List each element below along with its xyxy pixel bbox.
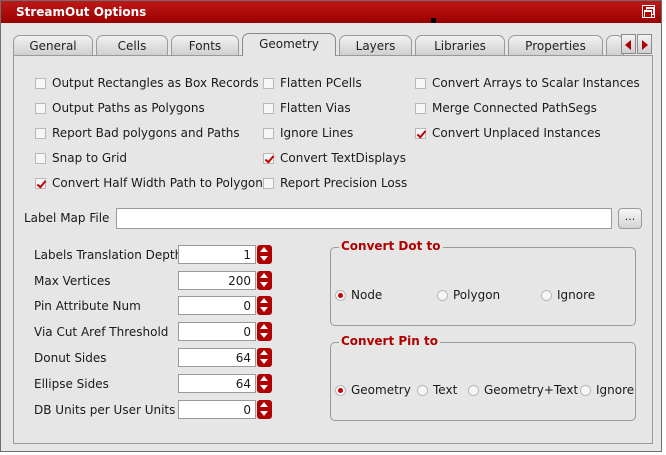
checkbox-box[interactable] — [35, 103, 46, 114]
pin-attribute-num-label: Pin Attribute Num — [34, 299, 141, 313]
radio-button[interactable] — [468, 385, 479, 396]
tab-bar: General Cells Fonts Geometry Layers Libr… — [13, 33, 653, 56]
checkbox-label: Ignore Lines — [280, 126, 354, 140]
radio-label: Geometry — [351, 383, 411, 397]
checkbox-box[interactable] — [35, 153, 46, 164]
donut-sides-label: Donut Sides — [34, 351, 107, 365]
radio-button[interactable] — [580, 385, 591, 396]
radio-button[interactable] — [437, 290, 448, 301]
donut-sides-spinbox[interactable]: 64 — [178, 348, 273, 367]
spinbox-value[interactable]: 200 — [178, 271, 256, 290]
via-cut-aref-threshold-label: Via Cut Aref Threshold — [34, 325, 169, 339]
tab-fonts[interactable]: Fonts — [171, 35, 239, 55]
max-vertices-spinbox[interactable]: 200 — [178, 271, 273, 290]
spinbox-value[interactable]: 64 — [178, 348, 256, 367]
checkbox-label: Convert Unplaced Instances — [432, 126, 601, 140]
db-units-per-user-units-spinbox[interactable]: 0 — [178, 400, 273, 419]
checkbox-label: Convert TextDisplays — [280, 151, 407, 165]
spinbox-value[interactable]: 0 — [178, 400, 256, 419]
tab-scroll-arrows — [621, 34, 653, 54]
spinbox-value[interactable]: 64 — [178, 374, 256, 393]
checkbox-label: Report Precision Loss — [280, 176, 408, 190]
checkbox-label: Flatten Vias — [280, 101, 351, 115]
radio-button[interactable] — [417, 385, 428, 396]
checkbox-box[interactable] — [263, 78, 274, 89]
checkbox-box[interactable] — [263, 153, 274, 164]
spin-arrows-icon[interactable] — [257, 374, 272, 393]
checkbox-label: Report Bad polygons and Paths — [52, 126, 240, 140]
radio-label: Polygon — [453, 288, 501, 302]
convert-pin-group: Convert Pin to Geometry Text Geometry+Te… — [330, 334, 636, 421]
checkbox-label: Snap to Grid — [52, 151, 128, 165]
checkbox-label: Output Paths as Polygons — [52, 101, 205, 115]
spinbox-value[interactable]: 0 — [178, 296, 256, 315]
max-vertices-label: Max Vertices — [34, 274, 111, 288]
checkbox-box[interactable] — [263, 128, 274, 139]
checkbox-box[interactable] — [263, 178, 274, 189]
radio-button[interactable] — [335, 290, 346, 301]
ellipse-sides-spinbox[interactable]: 64 — [178, 374, 273, 393]
tab-properties[interactable]: Properties — [508, 35, 603, 55]
radio-label: Node — [351, 288, 383, 302]
spinbox-value[interactable]: 0 — [178, 322, 256, 341]
title-bar[interactable]: StreamOut Options — [1, 1, 661, 23]
ellipse-sides-label: Ellipse Sides — [34, 377, 109, 391]
tab-layers[interactable]: Layers — [339, 35, 412, 55]
checkbox-box[interactable] — [263, 103, 274, 114]
restore-window-icon[interactable] — [642, 5, 655, 18]
checkbox-label: Output Rectangles as Box Records — [52, 76, 259, 90]
checkbox-label: Convert Half Width Path to Polygon — [52, 176, 263, 190]
spinbox-value[interactable]: 1 — [178, 245, 256, 264]
mouse-cursor-icon — [431, 18, 436, 23]
labels-translation-depth-spinbox[interactable]: 1 — [178, 245, 273, 264]
checkbox-box[interactable] — [35, 78, 46, 89]
radio-label: Text — [433, 383, 458, 397]
checkbox-box[interactable] — [415, 103, 426, 114]
browse-button[interactable]: ... — [618, 208, 642, 229]
checkbox-label: Merge Connected PathSegs — [432, 101, 597, 115]
via-cut-aref-threshold-spinbox[interactable]: 0 — [178, 322, 273, 341]
radio-label: Ignore — [557, 288, 596, 302]
spin-arrows-icon[interactable] — [257, 271, 272, 290]
checkbox-box[interactable] — [415, 78, 426, 89]
labels-translation-depth-label: Labels Translation Depth — [34, 248, 183, 262]
tab-libraries[interactable]: Libraries — [415, 35, 505, 55]
radio-button[interactable] — [335, 385, 346, 396]
spin-arrows-icon[interactable] — [257, 400, 272, 419]
convert-dot-title: Convert Dot to — [339, 239, 443, 253]
pin-attribute-num-spinbox[interactable]: 0 — [178, 296, 273, 315]
checkbox-label: Convert Arrays to Scalar Instances — [432, 76, 640, 90]
geometry-panel: Output Rectangles as Box Records Output … — [13, 55, 653, 444]
spin-arrows-icon[interactable] — [257, 296, 272, 315]
convert-dot-group: Convert Dot to Node Polygon Ignore — [330, 239, 636, 326]
checkbox-label: Flatten PCells — [280, 76, 362, 90]
radio-label: Geometry+Text — [484, 383, 579, 397]
tab-geometry[interactable]: Geometry — [242, 33, 336, 56]
db-units-per-user-units-label: DB Units per User Units — [34, 403, 176, 417]
spin-arrows-icon[interactable] — [257, 245, 272, 264]
window-title: StreamOut Options — [16, 5, 147, 19]
label-map-file-label: Label Map File — [24, 211, 110, 225]
radio-label: Ignore — [596, 383, 635, 397]
label-map-file-input[interactable] — [116, 208, 612, 229]
checkbox-box[interactable] — [415, 128, 426, 139]
streamout-options-dialog: StreamOut Options General Cells Fonts Ge… — [0, 0, 662, 452]
tab-scroll-left-icon[interactable] — [621, 34, 636, 54]
tab-cells[interactable]: Cells — [96, 35, 168, 55]
checkbox-box[interactable] — [35, 178, 46, 189]
radio-button[interactable] — [541, 290, 552, 301]
checkbox-box[interactable] — [35, 128, 46, 139]
tab-general[interactable]: General — [13, 35, 93, 55]
convert-pin-title: Convert Pin to — [339, 334, 440, 348]
spin-arrows-icon[interactable] — [257, 348, 272, 367]
spin-arrows-icon[interactable] — [257, 322, 272, 341]
tab-scroll-right-icon[interactable] — [637, 34, 652, 54]
